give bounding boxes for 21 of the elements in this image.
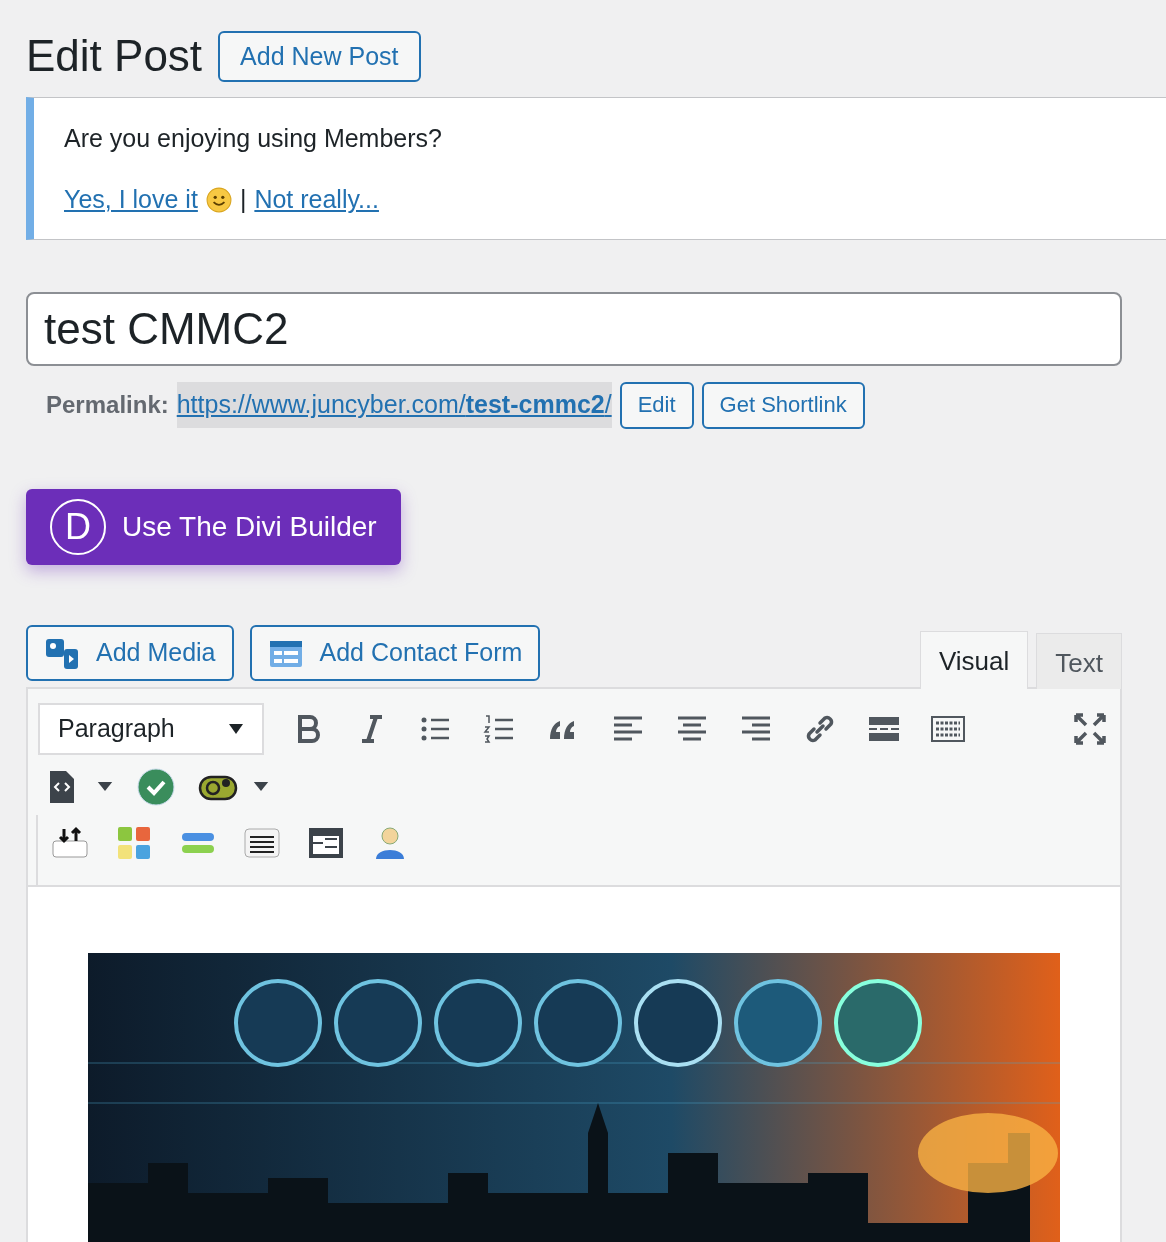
not-really-link[interactable]: Not really... [254, 181, 379, 219]
get-shortlink-button[interactable]: Get Shortlink [701, 381, 865, 429]
post-title-field[interactable]: test CMMC2 [26, 291, 1122, 366]
separator-text: | [239, 184, 247, 216]
divi-logo-icon: D [50, 498, 106, 555]
editor-tab[interactable]: Text [1036, 632, 1122, 689]
check-circle-icon[interactable] [136, 766, 176, 807]
permalink-link[interactable]: https://www.juncyber.com/test-cmmc2/ [176, 382, 612, 428]
yes-link[interactable]: Yes, I love it [64, 181, 198, 219]
page-title: Edit Post [26, 30, 203, 82]
edit-permalink-button[interactable]: Edit [619, 381, 694, 429]
permalink-label: Permalink: [46, 390, 169, 421]
notice-text: Are you enjoying using Members? [64, 122, 443, 154]
add-new-post-button[interactable]: Add New Post [218, 30, 421, 82]
format-dropdown[interactable]: Paragraph [38, 702, 264, 755]
add-contact-form-button[interactable]: Add Contact Form [249, 624, 541, 681]
editor-tab[interactable]: Visual [919, 630, 1029, 689]
add-media-button[interactable]: Add Media [26, 624, 234, 681]
smiley-icon [205, 187, 232, 214]
divi-builder-button[interactable]: D Use The Divi Builder [26, 488, 401, 565]
caret-icon [228, 722, 244, 735]
